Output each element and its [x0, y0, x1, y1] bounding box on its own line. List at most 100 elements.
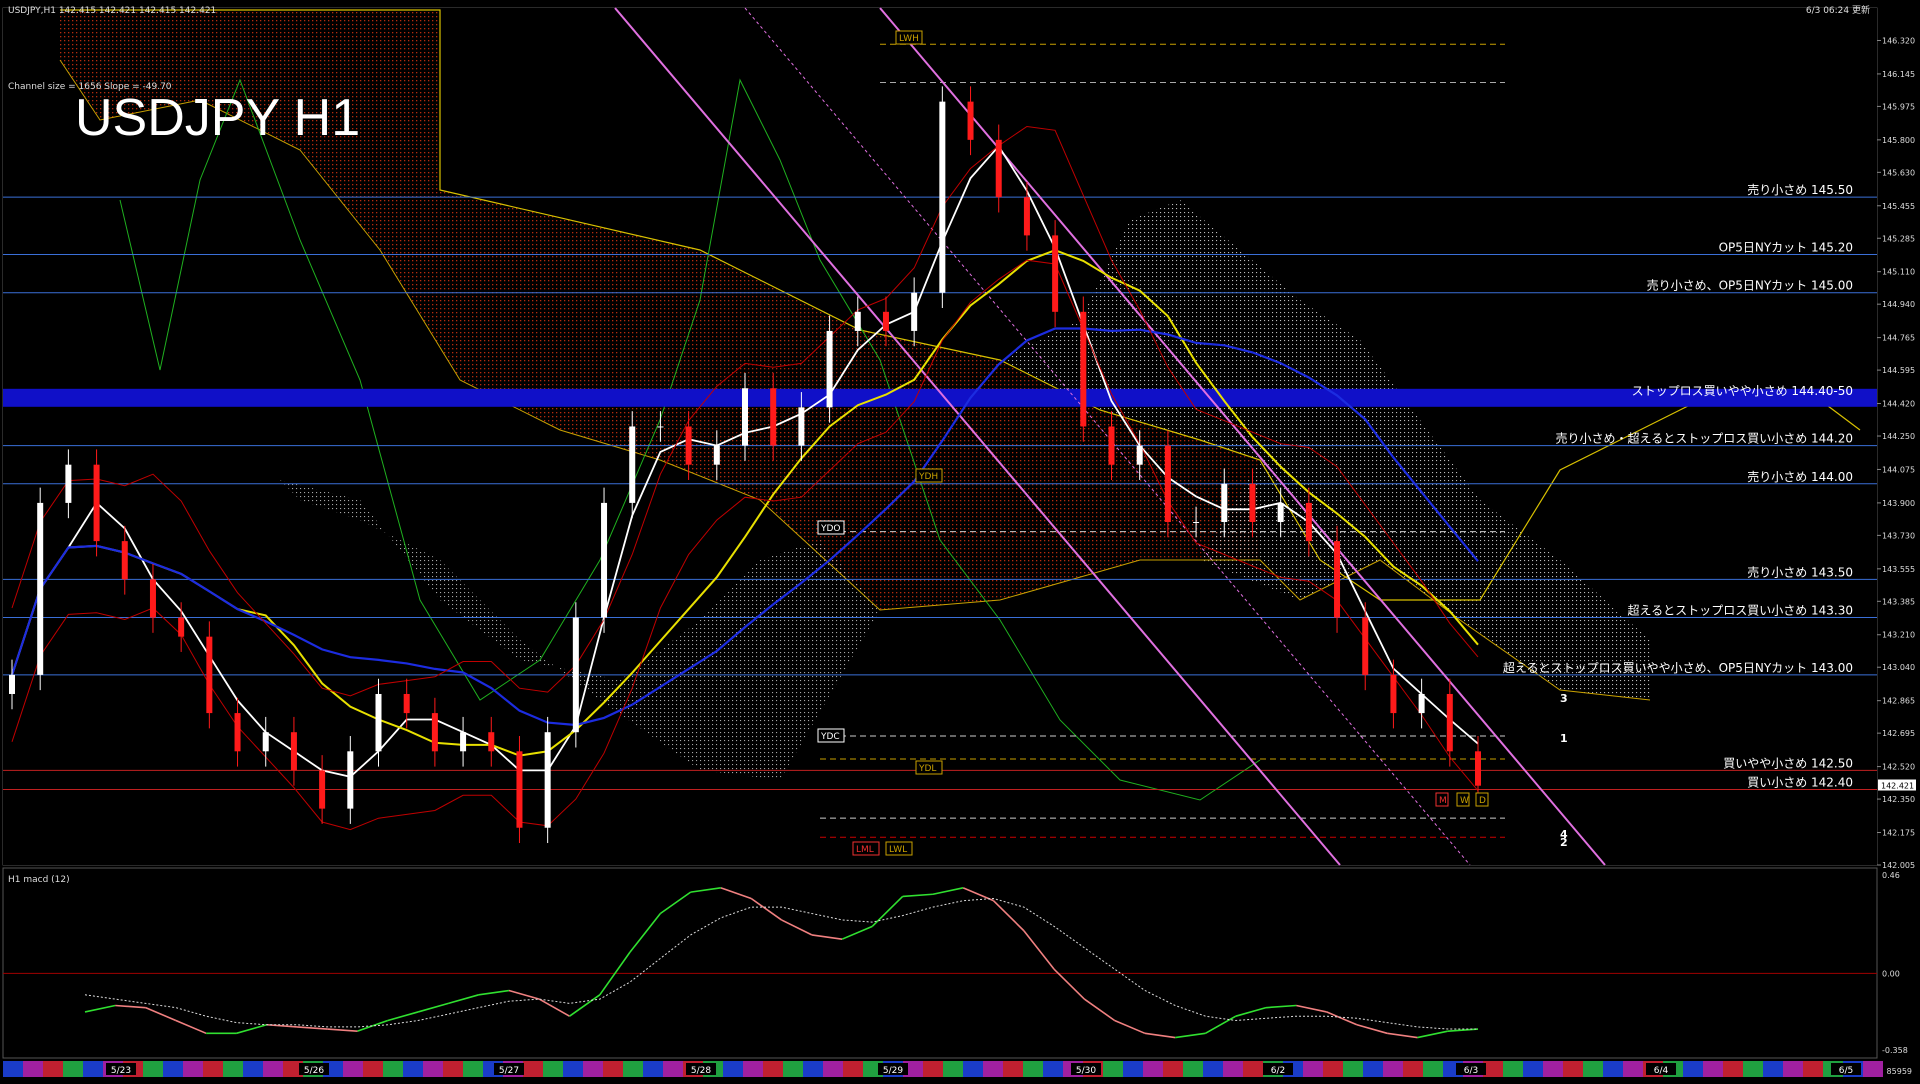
y-tick-label: 142.005: [1882, 861, 1915, 870]
y-tick-label: 145.455: [1882, 202, 1915, 211]
marker-label: YDH: [918, 472, 938, 482]
date-bar-segment: [1503, 1061, 1523, 1077]
date-bar-segment: [563, 1061, 583, 1077]
y-tick-label: 142.175: [1882, 829, 1915, 838]
date-bar-segment: [243, 1061, 263, 1077]
date-bar-segment: [463, 1061, 483, 1077]
candle: [290, 732, 297, 771]
date-bar-segment: [1723, 1061, 1743, 1077]
candle: [1023, 197, 1030, 236]
candle: [403, 693, 410, 714]
candle: [657, 426, 664, 428]
candle: [488, 732, 495, 752]
date-bar-segment: [1523, 1061, 1543, 1077]
candle: [629, 426, 636, 503]
x-day-label: 6/2: [1271, 1066, 1285, 1076]
date-bar-segment: [943, 1061, 963, 1077]
x-day-label: 5/23: [111, 1066, 131, 1076]
level-label: 売り小さめ、OP5日NYカット 145.00: [1647, 278, 1853, 293]
date-bar-segment: [383, 1061, 403, 1077]
candle: [882, 311, 889, 331]
candle: [798, 407, 805, 446]
date-bar-segment: [1163, 1061, 1183, 1077]
candle: [1193, 522, 1200, 524]
date-bar-segment: [1603, 1061, 1623, 1077]
date-bar-segment: [1403, 1061, 1423, 1077]
macd-tick-label: 0.00: [1882, 969, 1900, 978]
y-tick-label: 144.765: [1882, 334, 1915, 343]
date-bar-segment: [1583, 1061, 1603, 1077]
date-bar-segment: [783, 1061, 803, 1077]
date-bar-segment: [983, 1061, 1003, 1077]
candle: [431, 713, 438, 752]
date-bar-segment: [1223, 1061, 1243, 1077]
x-day-label: 5/27: [499, 1066, 519, 1076]
x-day-label: 5/30: [1076, 1066, 1096, 1076]
date-bar-segment: [723, 1061, 743, 1077]
date-bar-segment: [963, 1061, 983, 1077]
date-bar-segment: [223, 1061, 243, 1077]
x-day-label: 6/4: [1654, 1066, 1669, 1076]
date-bar-segment: [843, 1061, 863, 1077]
date-bar-segment: [1103, 1061, 1123, 1077]
level-label: 買いやや小さめ 142.50: [1723, 756, 1853, 770]
candle: [1362, 617, 1369, 675]
y-tick-label: 144.250: [1882, 432, 1915, 441]
date-bar-segment: [363, 1061, 383, 1077]
y-tick-label: 142.520: [1882, 763, 1915, 772]
date-bar-segment: [1543, 1061, 1563, 1077]
footer-right: 85959: [1887, 1067, 1912, 1076]
candle: [1475, 751, 1481, 786]
y-tick-label: 144.420: [1882, 400, 1915, 409]
candle: [826, 330, 833, 408]
marker-label: LWL: [889, 845, 907, 855]
level-label: 超えるとストップロス買い小さめ 143.30: [1628, 603, 1853, 618]
candle: [1221, 483, 1228, 523]
marker-label: LWH: [899, 34, 919, 44]
candle: [967, 101, 974, 140]
candle: [37, 502, 44, 675]
date-bar-segment: [203, 1061, 223, 1077]
candle: [460, 732, 467, 752]
level-label: 超えるとストップロス買いやや小さめ、OP5日NYカット 143.00: [1503, 660, 1853, 675]
date-bar-segment: [1023, 1061, 1043, 1077]
date-bar-segment: [1123, 1061, 1143, 1077]
date-bar-segment: [1863, 1061, 1883, 1077]
y-tick-label: 144.075: [1882, 465, 1915, 474]
candle: [262, 732, 269, 752]
y-tick-label: 143.210: [1882, 631, 1915, 640]
date-bar-segment: [1343, 1061, 1363, 1077]
date-bar-segment: [543, 1061, 563, 1077]
candle: [911, 292, 918, 331]
candle: [544, 732, 551, 828]
date-bar-segment: [1423, 1061, 1443, 1077]
y-tick-label: 143.040: [1882, 663, 1915, 672]
candle: [178, 617, 185, 637]
date-bar-segment: [63, 1061, 83, 1077]
projection-label: 2: [1560, 836, 1568, 849]
candle: [319, 770, 326, 809]
y-tick-label: 142.350: [1882, 795, 1915, 804]
date-bar-segment: [3, 1061, 23, 1077]
date-bar-segment: [823, 1061, 843, 1077]
candle: [1136, 445, 1143, 465]
level-label: 買い小さめ 142.40: [1747, 776, 1853, 790]
date-bar-segment: [1143, 1061, 1163, 1077]
date-bar-segment: [1243, 1061, 1263, 1077]
candle: [1108, 426, 1115, 465]
candle: [375, 693, 382, 752]
date-bar-segment: [343, 1061, 363, 1077]
date-bar-segment: [1303, 1061, 1323, 1077]
date-bar-segment: [1803, 1061, 1823, 1077]
x-day-label: 6/5: [1839, 1066, 1853, 1076]
date-bar-segment: [1323, 1061, 1343, 1077]
level-label: 売り小さめ 145.50: [1747, 182, 1853, 197]
marker-label: YDL: [918, 764, 936, 774]
candle: [1277, 502, 1284, 523]
marker-label: LML: [856, 845, 874, 855]
y-tick-label: 144.595: [1882, 366, 1915, 375]
date-bar-segment: [403, 1061, 423, 1077]
candle: [516, 751, 523, 828]
date-bar-segment: [603, 1061, 623, 1077]
candle: [995, 139, 1002, 198]
